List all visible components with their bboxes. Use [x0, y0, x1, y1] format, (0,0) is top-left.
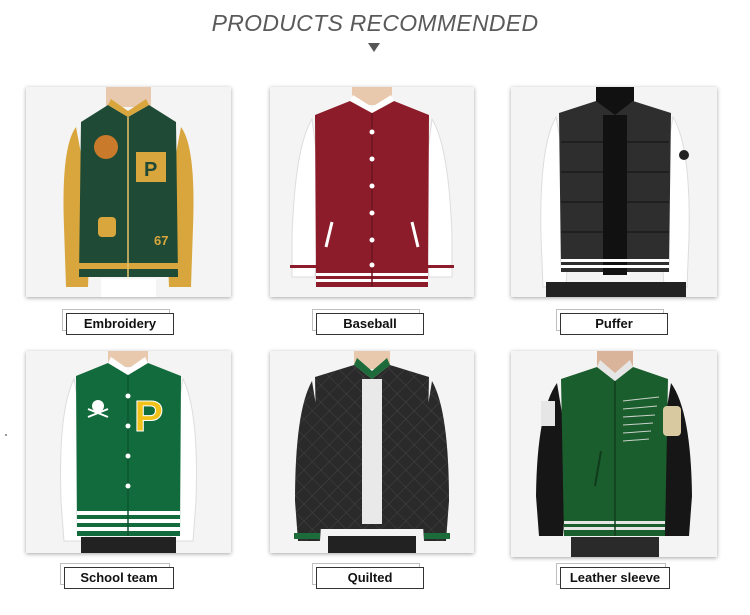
product-image-puffer-jacket — [511, 87, 717, 297]
product-image-quilted-jacket — [270, 351, 474, 553]
triangle-down-icon — [368, 43, 380, 52]
decorative-dot — [5, 434, 7, 436]
product-image-baseball-jacket — [270, 87, 474, 297]
product-card-embroidery[interactable]: P 67 — [26, 87, 231, 297]
product-card-school-team[interactable]: P — [26, 351, 231, 553]
product-label-baseball[interactable]: Baseball — [316, 313, 424, 335]
svg-text:P: P — [134, 392, 163, 441]
product-label-quilted[interactable]: Quilted — [316, 567, 424, 589]
product-label-school-team[interactable]: School team — [64, 567, 174, 589]
product-card-leather-sleeve[interactable] — [511, 351, 717, 557]
product-image-school-team-jacket: P — [26, 351, 231, 553]
product-label-puffer[interactable]: Puffer — [560, 313, 668, 335]
page-title: PRODUCTS RECOMMENDED — [211, 10, 539, 36]
product-card-puffer[interactable] — [511, 87, 717, 297]
product-card-quilted[interactable] — [270, 351, 474, 553]
product-label-embroidery[interactable]: Embroidery — [66, 313, 174, 335]
product-card-baseball[interactable] — [270, 87, 474, 297]
svg-text:67: 67 — [154, 233, 168, 248]
product-image-leather-sleeve-jacket — [511, 351, 717, 557]
svg-text:P: P — [144, 159, 157, 181]
product-image-embroidery-jacket: P 67 — [26, 87, 231, 297]
product-label-leather-sleeve[interactable]: Leather sleeve — [560, 567, 670, 589]
